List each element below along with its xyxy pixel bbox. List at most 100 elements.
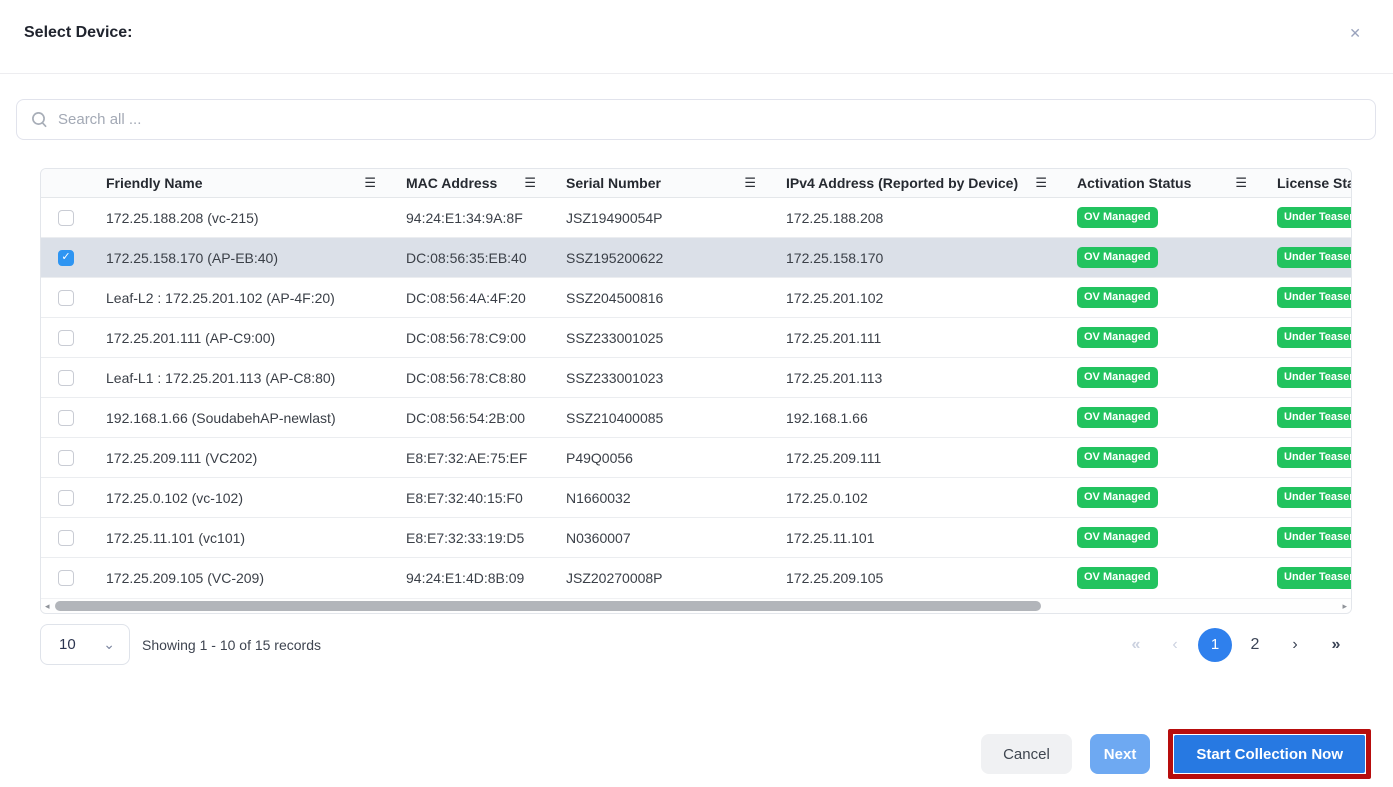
column-menu-icon[interactable]: ☰ [524,175,536,191]
row-checkbox[interactable] [58,370,74,386]
cell-mac-address: E8:E7:32:33:19:D5 [406,518,566,557]
horizontal-scrollbar[interactable]: ◂ ▸ [41,598,1351,613]
activation-status-badge: OV Managed [1077,207,1158,228]
column-menu-icon[interactable]: ☰ [1235,175,1247,191]
cell-friendly-name: 172.25.0.102 (vc-102) [106,478,406,517]
column-menu-icon[interactable]: ☰ [1035,175,1047,191]
header-ipv4-address-label: IPv4 Address (Reported by Device) [786,175,1018,191]
cell-serial-number: P49Q0056 [566,438,786,477]
cell-mac-address: DC:08:56:4A:4F:20 [406,278,566,317]
row-checkbox[interactable] [58,450,74,466]
table-header-row: Friendly Name ☰ MAC Address ☰ Serial Num… [41,169,1352,198]
header-ipv4-address: IPv4 Address (Reported by Device) ☰ [786,169,1077,197]
scroll-left-icon[interactable]: ◂ [45,600,50,613]
search-input[interactable] [58,111,1361,128]
activation-status-badge: OV Managed [1077,527,1158,548]
pagination-first-button[interactable]: « [1118,628,1152,662]
cell-mac-address: DC:08:56:35:EB:40 [406,238,566,277]
cell-activation-status: OV Managed [1077,318,1277,357]
table-row[interactable]: 172.25.0.102 (vc-102) E8:E7:32:40:15:F0 … [41,478,1352,518]
cell-ipv4-address: 172.25.188.208 [786,198,1077,237]
cell-checkbox [41,438,106,477]
license-status-badge: Under Teaser [1277,567,1352,588]
activation-status-badge: OV Managed [1077,447,1158,468]
pagination-next-button[interactable]: › [1278,628,1312,662]
column-menu-icon[interactable]: ☰ [744,175,756,191]
row-checkbox[interactable] [58,330,74,346]
table-row[interactable]: 172.25.201.111 (AP-C9:00) DC:08:56:78:C9… [41,318,1352,358]
pagination-page-2[interactable]: 2 [1238,628,1272,662]
device-table: Friendly Name ☰ MAC Address ☰ Serial Num… [40,168,1352,614]
cell-friendly-name: 172.25.209.105 (VC-209) [106,558,406,598]
row-checkbox[interactable] [58,570,74,586]
cell-checkbox [41,278,106,317]
row-checkbox[interactable] [58,490,74,506]
table-row[interactable]: Leaf-L1 : 172.25.201.113 (AP-C8:80) DC:0… [41,358,1352,398]
cell-license-status: Under Teaser [1277,358,1352,397]
cell-checkbox [41,358,106,397]
cell-ipv4-address: 192.168.1.66 [786,398,1077,437]
activation-status-badge: OV Managed [1077,367,1158,388]
activation-status-badge: OV Managed [1077,567,1158,588]
cell-activation-status: OV Managed [1077,478,1277,517]
cell-activation-status: OV Managed [1077,558,1277,598]
pagination-bar: 10 ⌄ Showing 1 - 10 of 15 records « ‹ 1 … [40,624,1352,665]
next-button[interactable]: Next [1090,734,1151,774]
row-checkbox[interactable] [58,530,74,546]
table-row[interactable]: Leaf-L2 : 172.25.201.102 (AP-4F:20) DC:0… [41,278,1352,318]
pagination-page-1[interactable]: 1 [1198,628,1232,662]
records-summary: Showing 1 - 10 of 15 records [142,637,321,653]
page-size-value: 10 [59,636,76,653]
scroll-right-icon[interactable]: ▸ [1342,600,1347,613]
cell-license-status: Under Teaser [1277,438,1352,477]
pagination-prev-button[interactable]: ‹ [1158,628,1192,662]
search-box[interactable] [16,99,1376,140]
scrollbar-thumb[interactable] [55,601,1041,611]
header-checkbox-column [41,169,106,197]
license-status-badge: Under Teaser [1277,287,1352,308]
cell-mac-address: DC:08:56:54:2B:00 [406,398,566,437]
table-row[interactable]: 172.25.158.170 (AP-EB:40) DC:08:56:35:EB… [41,238,1352,278]
license-status-badge: Under Teaser [1277,407,1352,428]
table-row[interactable]: 172.25.188.208 (vc-215) 94:24:E1:34:9A:8… [41,198,1352,238]
cell-checkbox [41,558,106,598]
modal-footer: Cancel Next Start Collection Now [0,729,1393,779]
cell-license-status: Under Teaser [1277,318,1352,357]
cell-mac-address: DC:08:56:78:C8:80 [406,358,566,397]
cell-friendly-name: Leaf-L2 : 172.25.201.102 (AP-4F:20) [106,278,406,317]
row-checkbox[interactable] [58,410,74,426]
cell-mac-address: 94:24:E1:4D:8B:09 [406,558,566,598]
license-status-badge: Under Teaser [1277,527,1352,548]
cell-activation-status: OV Managed [1077,518,1277,557]
cell-friendly-name: 172.25.158.170 (AP-EB:40) [106,238,406,277]
license-status-badge: Under Teaser [1277,367,1352,388]
page-size-select[interactable]: 10 ⌄ [40,624,130,665]
table-row[interactable]: 192.168.1.66 (SoudabehAP-newlast) DC:08:… [41,398,1352,438]
header-mac-address: MAC Address ☰ [406,169,566,197]
device-table-body: 172.25.188.208 (vc-215) 94:24:E1:34:9A:8… [41,198,1351,598]
license-status-badge: Under Teaser [1277,327,1352,348]
cell-serial-number: SSZ195200622 [566,238,786,277]
table-row[interactable]: 172.25.11.101 (vc101) E8:E7:32:33:19:D5 … [41,518,1352,558]
cell-serial-number: JSZ19490054P [566,198,786,237]
table-row[interactable]: 172.25.209.111 (VC202) E8:E7:32:AE:75:EF… [41,438,1352,478]
cell-friendly-name: 172.25.11.101 (vc101) [106,518,406,557]
table-row[interactable]: 172.25.209.105 (VC-209) 94:24:E1:4D:8B:0… [41,558,1352,598]
column-menu-icon[interactable]: ☰ [364,175,376,191]
cell-serial-number: JSZ20270008P [566,558,786,598]
activation-status-badge: OV Managed [1077,287,1158,308]
row-checkbox[interactable] [58,210,74,226]
chevron-down-icon: ⌄ [103,640,115,648]
header-friendly-name-label: Friendly Name [106,175,202,191]
close-icon[interactable]: ✕ [1349,26,1361,40]
pagination-last-button[interactable]: » [1318,628,1352,662]
header-activation-status-label: Activation Status [1077,175,1191,191]
cell-friendly-name: 172.25.188.208 (vc-215) [106,198,406,237]
start-collection-now-button[interactable]: Start Collection Now [1174,735,1365,773]
row-checkbox[interactable] [58,290,74,306]
cancel-button[interactable]: Cancel [981,734,1072,774]
header-activation-status: Activation Status ☰ [1077,169,1277,197]
row-checkbox[interactable] [58,250,74,266]
cell-checkbox [41,238,106,277]
license-status-badge: Under Teaser [1277,247,1352,268]
